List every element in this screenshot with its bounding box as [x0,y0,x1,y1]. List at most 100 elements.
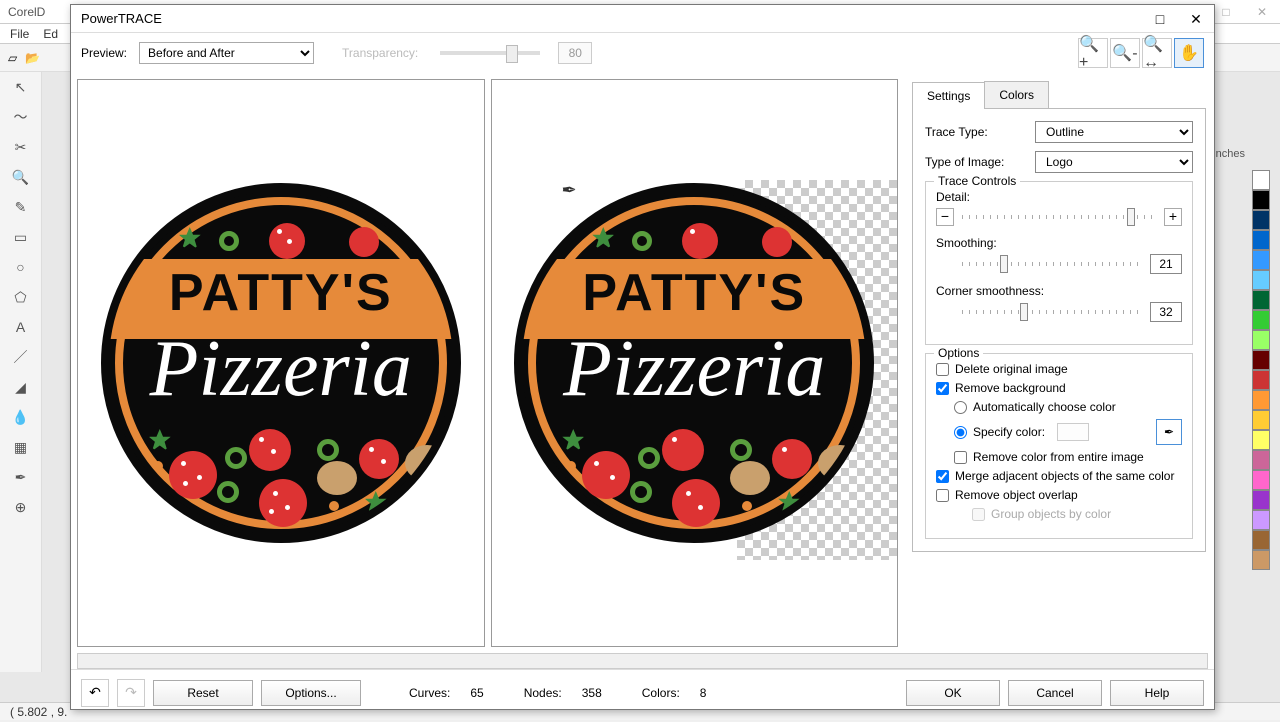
dialog-title: PowerTRACE [81,11,162,26]
detail-slider[interactable] [962,215,1156,219]
swatch[interactable] [1252,550,1270,570]
image-type-label: Type of Image: [925,155,1035,169]
before-logo: PATTY'S Pizzeria [101,183,461,543]
reset-button[interactable]: Reset [153,680,253,706]
menu-edit[interactable]: Ed [43,27,58,41]
swatch[interactable] [1252,230,1270,250]
detail-label: Detail: [936,190,1182,204]
swatch[interactable] [1252,210,1270,230]
side-panel: Settings Colors Trace Type: Outline Type… [904,73,1214,653]
corner-value[interactable]: 32 [1150,302,1182,322]
swatch[interactable] [1252,190,1270,210]
transparency-slider[interactable] [440,51,540,55]
corner-slider[interactable] [962,310,1142,314]
options-button[interactable]: Options... [261,680,361,706]
undo-button[interactable]: ↶ [81,679,109,707]
open-icon[interactable]: 📂 [25,51,40,65]
tab-colors[interactable]: Colors [984,81,1049,108]
menu-file[interactable]: File [10,27,29,41]
ellipse-tool-icon[interactable]: ○ [0,252,41,282]
eyedropper-cursor-icon: ✒ [562,180,577,201]
cancel-button[interactable]: Cancel [1008,680,1102,706]
zoom-in-icon[interactable]: 🔍+ [1078,38,1108,68]
remove-entire-checkbox[interactable] [954,451,967,464]
ok-button[interactable]: OK [906,680,1000,706]
dialog-close-button[interactable]: ✕ [1178,5,1214,33]
pick-tool-icon[interactable]: ↖ [0,72,41,102]
swatch[interactable] [1252,470,1270,490]
eyedropper-icon: ✒ [1164,425,1174,439]
trace-controls-title: Trace Controls [934,174,1020,188]
preview-mode-select[interactable]: Before and After [139,42,314,64]
swatch[interactable] [1252,170,1270,190]
swatch[interactable] [1252,430,1270,450]
transparency-label: Transparency: [342,46,418,60]
line-tool-icon[interactable]: ／ [0,342,41,372]
after-pane[interactable]: ✒ PATTY'S Pizzeria [491,79,899,647]
zoom-out-icon[interactable]: 🔍- [1110,38,1140,68]
dialog-maximize-button[interactable]: □ [1142,5,1178,33]
swatch[interactable] [1252,310,1270,330]
swatch[interactable] [1252,330,1270,350]
fill-tool-icon[interactable]: ◢ [0,372,41,402]
remove-bg-label: Remove background [955,381,1066,395]
add-tool-icon[interactable]: ⊕ [0,492,41,522]
dialog-toolbar: Preview: Before and After Transparency: … [71,33,1214,73]
text-tool-icon[interactable]: A [0,312,41,342]
before-pane[interactable]: PATTY'S Pizzeria [77,79,485,647]
rectangle-tool-icon[interactable]: ▭ [0,222,41,252]
units-label: inches [1213,148,1245,160]
freehand-tool-icon[interactable]: ✎ [0,192,41,222]
shape-tool-icon[interactable]: 〜 [0,102,41,132]
swatch[interactable] [1252,270,1270,290]
after-logo: PATTY'S Pizzeria [514,183,874,543]
delete-original-checkbox[interactable] [936,363,949,376]
swatch[interactable] [1252,490,1270,510]
curves-label: Curves: [409,686,450,700]
zoom-tool-icon[interactable]: 🔍 [0,162,41,192]
help-button[interactable]: Help [1110,680,1204,706]
dialog-titlebar: PowerTRACE □ ✕ [71,5,1214,33]
swatch[interactable] [1252,450,1270,470]
preview-scrollbar-h[interactable] [77,653,1208,669]
crop-tool-icon[interactable]: ✂ [0,132,41,162]
detail-minus-button[interactable]: − [936,208,954,226]
remove-overlap-checkbox[interactable] [936,489,949,502]
corner-label: Corner smoothness: [936,284,1182,298]
pan-hand-icon[interactable]: ✋ [1174,38,1204,68]
remove-bg-checkbox[interactable] [936,382,949,395]
eyedropper-tool-icon[interactable]: ✒ [0,462,41,492]
auto-color-radio[interactable] [954,401,967,414]
swatch[interactable] [1252,510,1270,530]
polygon-tool-icon[interactable]: ⬠ [0,282,41,312]
status-coords: ( 5.802 , 9. [10,705,67,719]
image-type-select[interactable]: Logo [1035,151,1193,173]
swatch[interactable] [1252,350,1270,370]
swatch[interactable] [1252,530,1270,550]
smoothing-value[interactable]: 21 [1150,254,1182,274]
swatch[interactable] [1252,370,1270,390]
zoom-fit-icon[interactable]: 🔍↔ [1142,38,1172,68]
interactive-tool-icon[interactable]: ▦ [0,432,41,462]
redo-button[interactable]: ↷ [117,679,145,707]
swatch[interactable] [1252,390,1270,410]
group-by-color-checkbox [972,508,985,521]
smoothing-slider[interactable] [962,262,1142,266]
dropper-tool-icon[interactable]: 💧 [0,402,41,432]
tab-settings[interactable]: Settings [912,82,985,109]
new-icon[interactable]: ▱ [8,51,17,65]
swatch[interactable] [1252,250,1270,270]
specify-color-swatch[interactable] [1057,423,1089,441]
eyedropper-button[interactable]: ✒ [1156,419,1182,445]
preview-label: Preview: [81,46,127,60]
specify-color-radio[interactable] [954,426,967,439]
bg-close-button[interactable]: ✕ [1244,0,1280,24]
trace-type-select[interactable]: Outline [1035,121,1193,143]
preview-area: PATTY'S Pizzeria [71,73,904,653]
swatch[interactable] [1252,410,1270,430]
swatch[interactable] [1252,290,1270,310]
color-swatches [1252,170,1270,570]
merge-adjacent-checkbox[interactable] [936,470,949,483]
delete-original-label: Delete original image [955,362,1068,376]
detail-plus-button[interactable]: + [1164,208,1182,226]
